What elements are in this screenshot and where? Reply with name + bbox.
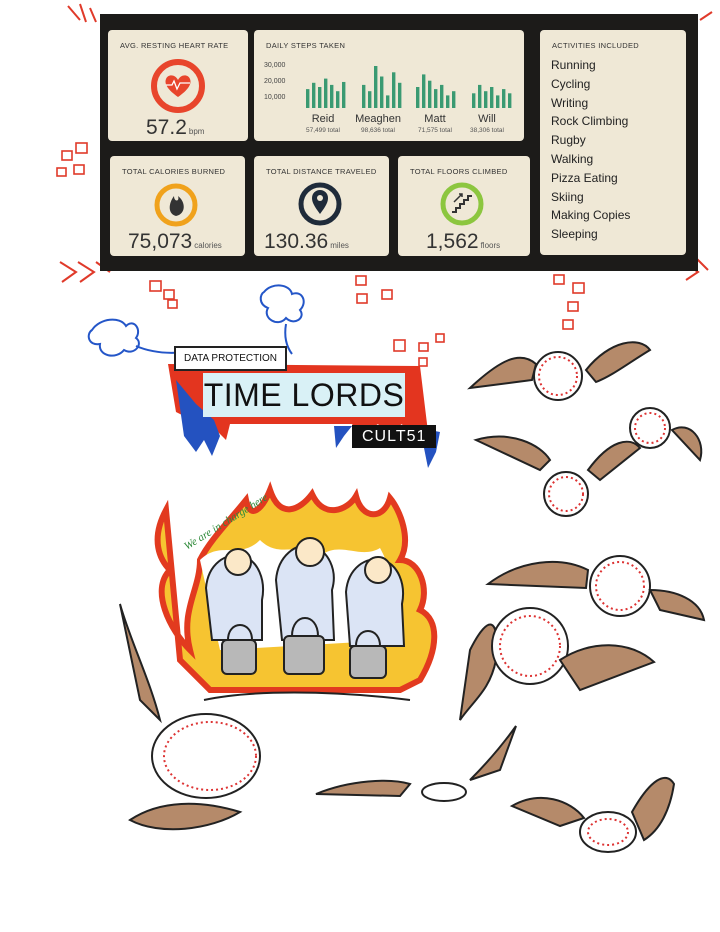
- step-bar: [434, 89, 438, 108]
- step-bar: [374, 66, 378, 108]
- distance-value: 130.36 miles: [264, 230, 349, 254]
- distance-unit: miles: [330, 241, 349, 250]
- step-bar: [398, 82, 402, 108]
- broken-clock-right: [509, 776, 676, 853]
- step-bar: [312, 82, 316, 108]
- activity-item: Running: [551, 58, 596, 72]
- winged-clock-1: [467, 341, 652, 401]
- activity-item: Making Copies: [551, 208, 631, 223]
- step-bar: [342, 81, 346, 108]
- floors-card: TOTAL FLOORS CLIMBED 1,562 floors: [398, 156, 530, 256]
- calories-number: 75,073: [128, 230, 193, 253]
- banner-tag: DATA PROTECTION: [174, 346, 287, 371]
- steps-card: DAILY STEPS TAKEN 30,000 20,000 10,000 R…: [254, 30, 524, 141]
- step-bar: [496, 95, 500, 108]
- step-bar: [318, 87, 322, 108]
- step-bar: [440, 84, 444, 108]
- activities-title: ACTIVITIES INCLUDED: [552, 41, 639, 50]
- step-bar: [446, 95, 450, 108]
- heart-rate-number: 57.2: [146, 116, 187, 139]
- winged-clock-5: [459, 607, 656, 721]
- person-name-will: Will: [478, 113, 496, 125]
- heart-rate-unit: bpm: [188, 127, 205, 136]
- banner-code: CULT51: [352, 425, 437, 448]
- step-bar: [478, 84, 482, 108]
- activity-item: Cycling: [551, 76, 591, 91]
- banner-title: TIME LORDS: [203, 373, 405, 417]
- heart-rate-card: AVG. RESTING HEART RATE 57.2 bpm: [108, 30, 248, 141]
- step-bar: [452, 91, 456, 108]
- activity-item: Skiing: [551, 189, 584, 204]
- activity-item: Writing: [551, 95, 589, 110]
- step-bar: [368, 91, 372, 108]
- floors-value: 1,562 floors: [426, 230, 500, 254]
- calories-unit: calories: [194, 241, 222, 250]
- distance-number: 130.36: [264, 230, 329, 253]
- step-bar: [490, 87, 494, 108]
- activity-item: Rugby: [551, 133, 586, 148]
- activity-item: Walking: [551, 151, 594, 166]
- step-bar: [362, 84, 366, 108]
- step-bar: [472, 93, 476, 108]
- person-total-will: 38,306 total: [470, 127, 504, 134]
- artwork: We are in charge here AVG. RESTING HEART…: [0, 0, 720, 932]
- calories-card: TOTAL CALORIES BURNED 75,073 calories: [110, 156, 245, 256]
- step-bar: [392, 72, 396, 108]
- heart-rate-value: 57.2 bpm: [146, 116, 204, 140]
- step-bar: [380, 76, 384, 108]
- step-bar: [330, 84, 334, 108]
- floors-number: 1,562: [426, 230, 479, 253]
- winged-clock-3: [543, 440, 642, 517]
- step-bar: [386, 95, 390, 108]
- step-bar: [502, 89, 506, 108]
- step-bar: [484, 91, 488, 108]
- step-bar: [324, 78, 328, 108]
- step-bar: [508, 93, 512, 108]
- step-bar: [336, 91, 340, 108]
- activities-list: Running Cycling Writing Rock Climbing Ru…: [551, 56, 630, 244]
- activity-item: Sleeping: [551, 227, 598, 242]
- activities-card: ACTIVITIES INCLUDED Running Cycling Writ…: [540, 30, 686, 255]
- floors-unit: floors: [480, 241, 501, 250]
- activity-item: Pizza Eating: [551, 170, 618, 185]
- activity-item: Rock Climbing: [551, 114, 629, 129]
- broken-clock-middle: [315, 725, 517, 802]
- distance-card: TOTAL DISTANCE TRAVELED 130.36 miles: [254, 156, 389, 256]
- step-bar: [422, 74, 426, 108]
- step-bar: [428, 80, 432, 108]
- winged-clock-2: [473, 407, 703, 472]
- step-bar: [416, 87, 420, 108]
- calories-value: 75,073 calories: [128, 230, 222, 254]
- step-bar: [306, 89, 310, 108]
